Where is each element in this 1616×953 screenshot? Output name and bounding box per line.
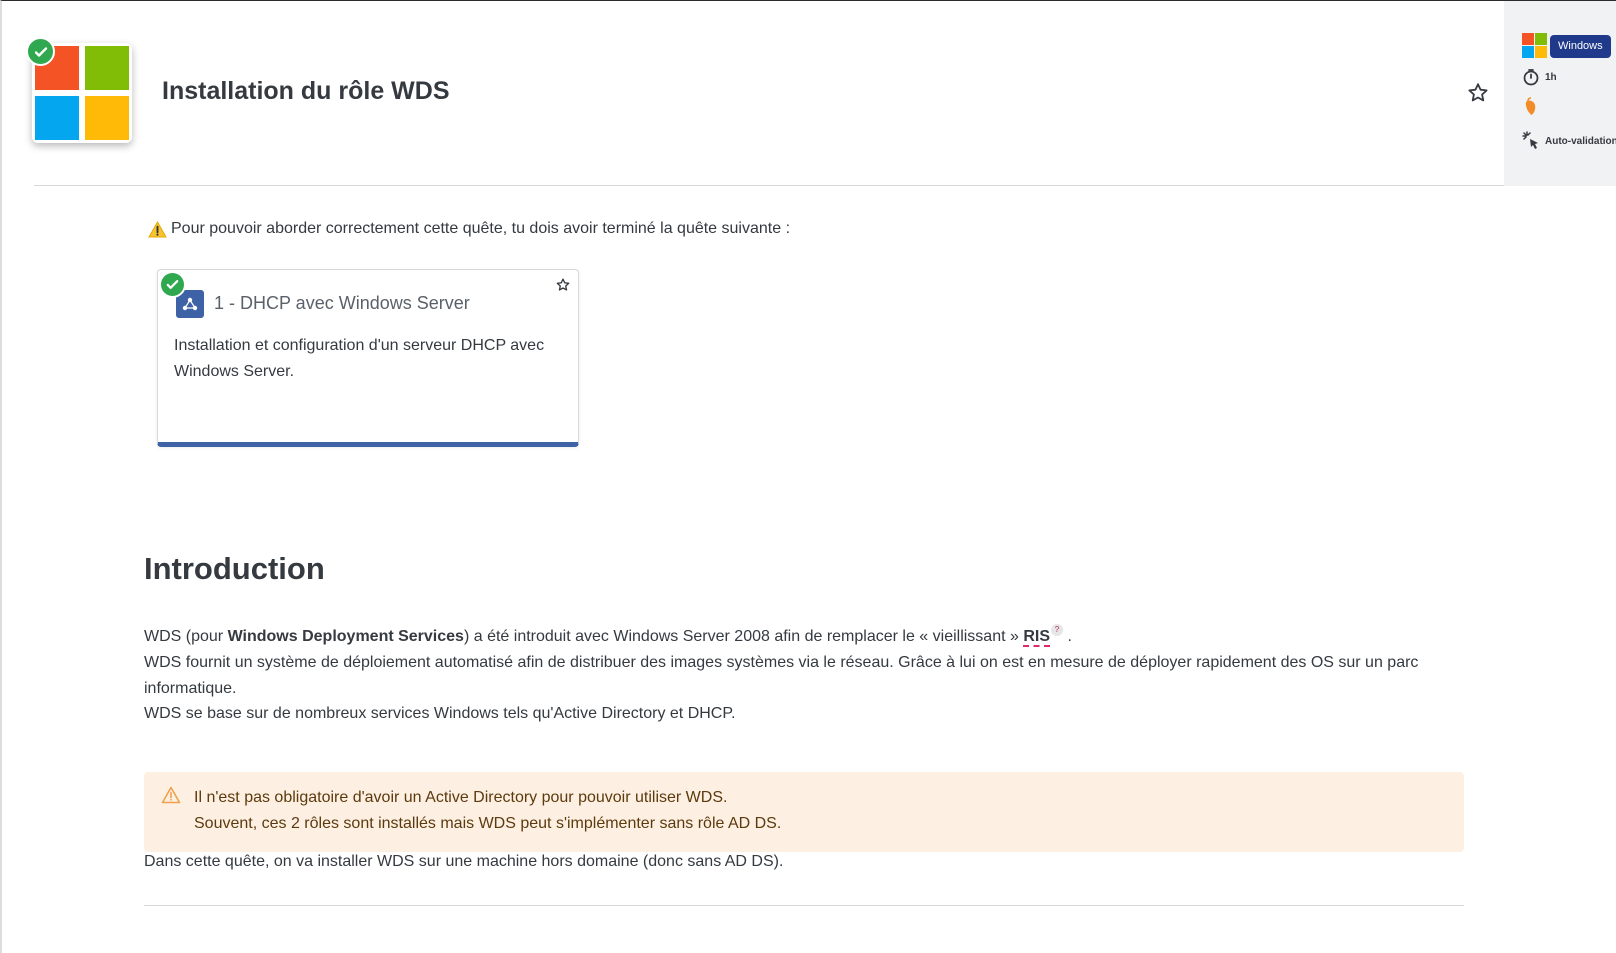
quest-page: Installation du rôle WDS Windows 1h Auto… xyxy=(0,0,1616,953)
intro-p1-text-b: ) a été introduit avec Windows Server 20… xyxy=(463,628,1024,645)
abbreviation-help-badge[interactable]: ? xyxy=(1051,624,1064,636)
header-divider xyxy=(34,185,1504,186)
card-favorite-star-icon[interactable] xyxy=(555,277,571,293)
stopwatch-icon xyxy=(1523,69,1539,86)
duration-row: 1h xyxy=(1522,68,1557,86)
duration-label: 1h xyxy=(1545,71,1557,83)
warning-emoji-icon xyxy=(148,220,167,238)
card-title[interactable]: 1 - DHCP avec Windows Server xyxy=(214,293,470,314)
validation-label: Auto-validation xyxy=(1545,135,1616,147)
completed-check-icon xyxy=(26,37,55,66)
prerequisite-quest-card[interactable]: 1 - DHCP avec Windows Server Installatio… xyxy=(157,269,579,447)
prerequisite-text: Pour pouvoir aborder correctement cette … xyxy=(171,220,791,237)
card-description: Installation et configuration d'un serve… xyxy=(174,337,545,380)
validation-row: Auto-validation xyxy=(1522,131,1616,151)
windows-mini-icon xyxy=(1522,33,1548,59)
page-title: Installation du rôle WDS xyxy=(162,77,450,105)
intro-p1-text-a: WDS (pour xyxy=(144,628,228,645)
category-row[interactable]: Windows xyxy=(1522,33,1611,59)
difficulty-pepper-icon xyxy=(1525,97,1536,115)
intro-p1-text-c: . xyxy=(1063,628,1072,645)
section-divider xyxy=(144,905,1464,906)
warning-line-1: Il n'est pas obligatoire d'avoir un Acti… xyxy=(194,789,728,806)
difficulty-row xyxy=(1522,97,1540,117)
quest-header: Installation du rôle WDS xyxy=(2,1,1504,186)
intro-paragraph-4: Dans cette quête, on va installer WDS su… xyxy=(144,853,784,870)
section-heading-introduction: Introduction xyxy=(144,551,325,586)
warning-callout: Il n'est pas obligatoire d'avoir un Acti… xyxy=(144,772,1464,852)
auto-validation-cursor-icon xyxy=(1522,131,1538,149)
intro-paragraph-1: WDS (pour Windows Deployment Services) a… xyxy=(144,624,1464,650)
intro-paragraph-2: WDS fournit un système de déploiement au… xyxy=(144,654,1419,697)
category-tag[interactable]: Windows xyxy=(1550,34,1611,58)
quest-meta-panel: Windows 1h Auto-validation xyxy=(1504,1,1616,186)
prerequisite-notice: Pour pouvoir aborder correctement cette … xyxy=(148,220,790,238)
intro-p1-bold: Windows Deployment Services xyxy=(227,628,464,645)
card-completed-check-icon xyxy=(159,271,186,298)
favorite-star-icon[interactable] xyxy=(1466,81,1490,105)
warning-triangle-icon xyxy=(161,786,181,804)
intro-paragraph-3: WDS se base sur de nombreux services Win… xyxy=(144,705,736,722)
warning-line-2: Souvent, ces 2 rôles sont installés mais… xyxy=(194,815,782,832)
warning-text: Il n'est pas obligatoire d'avoir un Acti… xyxy=(194,785,781,837)
abbreviation-ris[interactable]: RIS xyxy=(1023,628,1051,647)
